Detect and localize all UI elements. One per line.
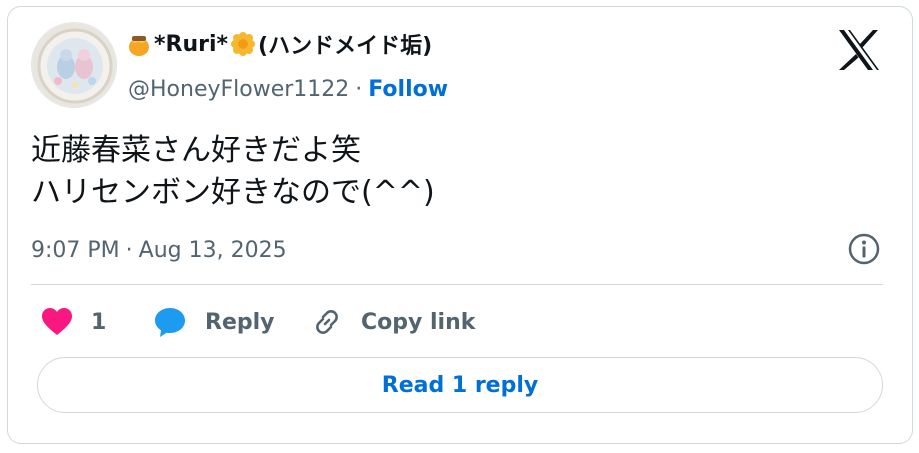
reply-button[interactable]: Reply xyxy=(153,300,275,344)
follow-button[interactable]: Follow xyxy=(368,77,448,102)
author-name-row[interactable]: *Ruri* (ハンドメイド垢) xyxy=(126,26,432,62)
author-display-suffix: (ハンドメイド垢) xyxy=(258,34,433,59)
avatar[interactable] xyxy=(31,22,117,108)
tweet-meta: 9:07 PM · Aug 13, 2025 xyxy=(31,232,287,268)
link-icon xyxy=(316,310,338,334)
reply-bubble-icon xyxy=(155,308,185,337)
author-handle[interactable]: @HoneyFlower1122 xyxy=(128,77,349,102)
like-count: 1 xyxy=(91,309,107,335)
author-display-name: *Ruri* xyxy=(154,31,229,57)
copy-link-button[interactable]: Copy link xyxy=(311,300,475,344)
honey-pot-icon xyxy=(126,31,152,57)
divider xyxy=(31,284,883,285)
info-icon[interactable] xyxy=(847,232,881,266)
handle-separator: · xyxy=(355,76,363,102)
read-reply-button[interactable]: Read 1 reply xyxy=(37,357,883,413)
reply-label: Reply xyxy=(205,309,275,335)
copy-link-label: Copy link xyxy=(361,309,476,335)
x-logo-icon[interactable] xyxy=(836,28,882,72)
tweet-time[interactable]: 9:07 PM xyxy=(31,238,120,263)
tweet-date[interactable]: Aug 13, 2025 xyxy=(139,238,287,263)
author-handle-row: @HoneyFlower1122 · Follow xyxy=(128,72,448,106)
like-button[interactable]: 1 xyxy=(41,300,106,344)
meta-separator: · xyxy=(125,237,133,263)
tweet-text: 近藤春菜さん好きだよ笑 ハリセンボン好きなので(^^) xyxy=(31,133,435,210)
heart-icon xyxy=(42,308,72,335)
blossom-icon xyxy=(230,31,256,57)
